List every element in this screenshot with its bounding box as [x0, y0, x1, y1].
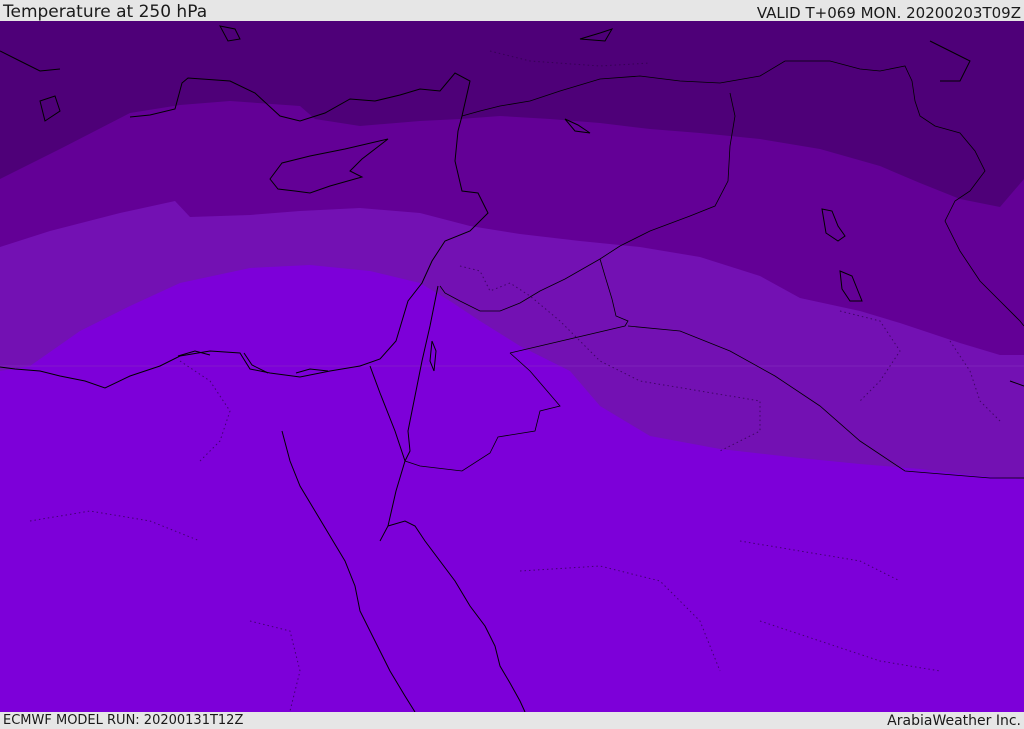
map-canvas — [0, 21, 1024, 712]
valid-time: VALID T+069 MON. 20200203T09Z — [756, 4, 1021, 22]
temperature-field-svg — [0, 21, 1024, 712]
credit-label: ArabiaWeather Inc. — [887, 713, 1021, 729]
footer-bar: ECMWF MODEL RUN: 20200131T12Z ArabiaWeat… — [0, 712, 1024, 729]
map-title: Temperature at 250 hPa — [3, 2, 208, 22]
weather-map-page: Temperature at 250 hPa VALID T+069 MON. … — [0, 0, 1024, 729]
model-run-label: ECMWF MODEL RUN: 20200131T12Z — [3, 713, 244, 728]
header-bar: Temperature at 250 hPa VALID T+069 MON. … — [0, 0, 1024, 21]
